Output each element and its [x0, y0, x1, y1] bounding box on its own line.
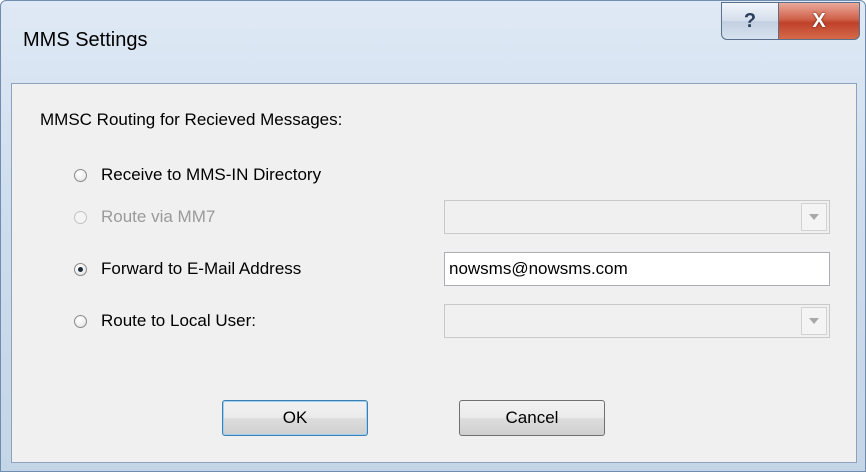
close-button[interactable]: X: [778, 2, 860, 40]
title-bar[interactable]: MMS Settings ? X: [1, 1, 865, 83]
radio-receive-mms-in-indicator[interactable]: [74, 168, 87, 182]
routing-section-label: MMSC Routing for Recieved Messages:: [40, 110, 343, 129]
radio-receive-mms-in[interactable]: Receive to MMS-IN Directory: [74, 162, 321, 188]
local-user-dropdown[interactable]: [444, 304, 830, 338]
radio-route-mm7-label: Route via MM7: [101, 207, 216, 226]
help-icon: ?: [743, 9, 757, 32]
radio-forward-email-label: Forward to E-Mail Address: [101, 259, 302, 278]
mm7-dropdown-button[interactable]: [801, 203, 827, 231]
local-user-dropdown-button[interactable]: [801, 307, 827, 335]
chevron-down-icon: [809, 214, 819, 220]
radio-route-local-user[interactable]: Route to Local User:: [74, 308, 256, 334]
radio-forward-email[interactable]: Forward to E-Mail Address: [74, 256, 301, 282]
window-title: MMS Settings: [23, 29, 148, 51]
radio-route-local-user-label: Route to Local User:: [101, 311, 256, 330]
mms-settings-dialog: MMS Settings ? X MMSC Routing for Reciev…: [0, 0, 866, 472]
radio-receive-mms-in-label: Receive to MMS-IN Directory: [101, 165, 322, 184]
help-button[interactable]: ?: [721, 2, 779, 40]
mm7-connection-dropdown[interactable]: [444, 200, 830, 234]
ok-button[interactable]: OK: [222, 400, 368, 436]
radio-forward-email-indicator[interactable]: [74, 262, 87, 276]
cancel-button[interactable]: Cancel: [459, 400, 605, 436]
email-address-input[interactable]: [444, 252, 830, 286]
dialog-body: MMSC Routing for Recieved Messages: Rece…: [11, 83, 857, 463]
radio-route-mm7-indicator[interactable]: [74, 210, 87, 224]
radio-route-local-user-indicator[interactable]: [74, 314, 87, 328]
chevron-down-icon: [809, 318, 819, 324]
radio-route-mm7[interactable]: Route via MM7: [74, 204, 215, 230]
close-icon: X: [812, 9, 826, 32]
